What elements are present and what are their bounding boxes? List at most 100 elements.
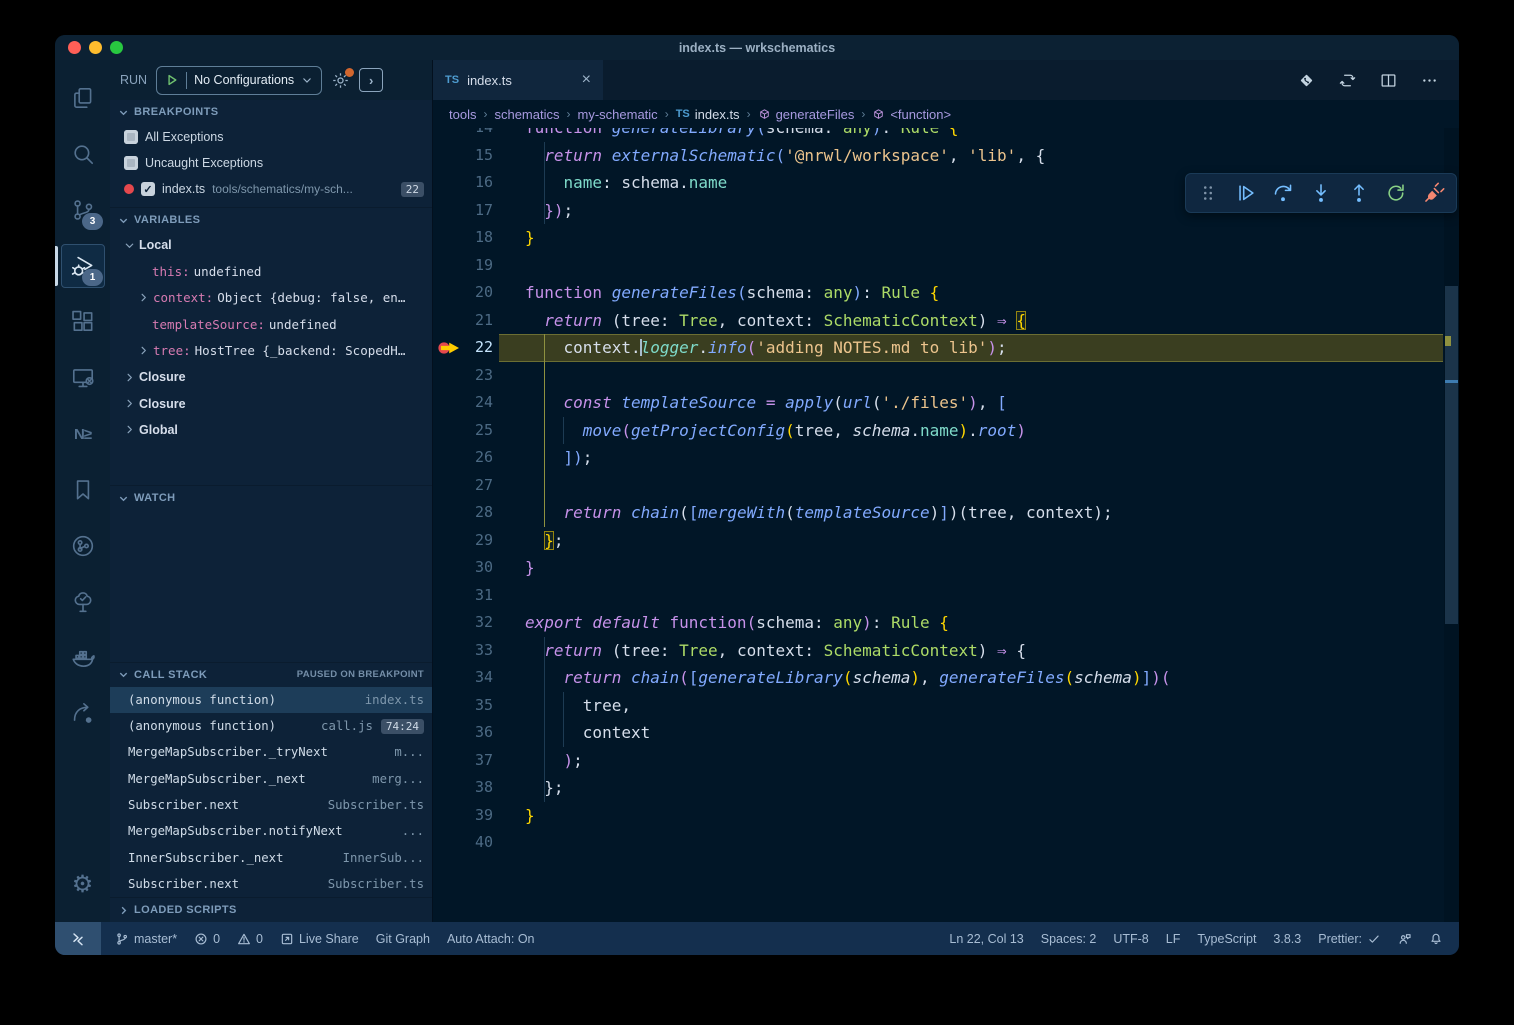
breakpoint-row[interactable]: Uncaught Exceptions [110,150,432,176]
activity-item-remote-explorer[interactable] [55,350,110,406]
call-stack-frame[interactable]: MergeMapSubscriber._nextmerg... [110,766,432,792]
activity-item-docker[interactable] [55,630,110,686]
status-item-eol[interactable]: LF [1166,932,1181,946]
status-item-warnings-count[interactable]: 0 [237,932,263,946]
activity-item-git-graph-circle[interactable] [55,518,110,574]
code-line-35[interactable]: 35 tree, [433,692,1443,720]
launch-configuration-dropdown[interactable]: No Configurations [156,66,322,95]
debug-step-into-button[interactable] [1305,177,1337,209]
code-line-38[interactable]: 38 }; [433,774,1443,802]
tab-index-ts[interactable]: TS index.ts × [433,60,603,100]
line-number[interactable]: 21 [433,307,493,335]
loaded-scripts-section-header[interactable]: LOADED SCRIPTS [110,897,432,922]
breakpoint-checkbox[interactable]: ✓ [141,182,155,196]
status-item-feedback[interactable] [1398,932,1412,946]
status-item-prettier[interactable]: Prettier: [1318,932,1381,946]
call-stack-frame[interactable]: (anonymous function)index.ts [110,687,432,713]
line-number[interactable]: 19 [433,252,493,280]
call-stack-frame[interactable]: MergeMapSubscriber._tryNextm... [110,739,432,765]
variable-row[interactable]: context: Object {debug: false, en… [110,285,432,311]
call-stack-frame[interactable]: MergeMapSubscriber.notifyNext... [110,818,432,844]
status-item-indentation[interactable]: Spaces: 2 [1041,932,1097,946]
code-line-29[interactable]: 29 }; [433,527,1443,555]
variable-row[interactable]: Local [110,232,432,258]
activity-item-project-share[interactable] [55,686,110,742]
call-stack-frame[interactable]: Subscriber.nextSubscriber.ts [110,792,432,818]
debug-step-over-button[interactable] [1267,177,1299,209]
line-number[interactable]: 27 [433,472,493,500]
close-window-button[interactable] [68,41,81,54]
code-line-27[interactable]: 27 [433,472,1443,500]
activity-item-explorer[interactable] [55,70,110,126]
breadcrumb-item-my-schematic[interactable]: my-schematic [578,107,658,122]
status-item-encoding[interactable]: UTF-8 [1113,932,1148,946]
call-stack-section-header[interactable]: CALL STACK PAUSED ON BREAKPOINT [110,662,432,687]
line-number[interactable]: 17 [433,197,493,225]
line-number[interactable]: 35 [433,692,493,720]
line-number[interactable]: 29 [433,527,493,555]
call-stack-frame[interactable]: (anonymous function)call.js74:24 [110,713,432,739]
watch-section-header[interactable]: WATCH [110,485,432,510]
code-line-20[interactable]: 20function generateFiles(schema: any): R… [433,279,1443,307]
code-line-21[interactable]: 21 return (tree: Tree, context: Schemati… [433,307,1443,335]
debug-settings-gear-icon[interactable] [331,71,350,90]
line-number[interactable]: 24 [433,389,493,417]
line-number[interactable]: 16 [433,169,493,197]
line-number[interactable]: 14 [433,128,493,142]
debug-continue-button[interactable] [1230,177,1262,209]
line-number[interactable]: 25 [433,417,493,445]
code-line-18[interactable]: 18} [433,224,1443,252]
code-line-37[interactable]: 37 ); [433,747,1443,775]
status-item-language-mode[interactable]: TypeScript [1197,932,1256,946]
line-number[interactable]: 30 [433,554,493,582]
breadcrumb-item-function[interactable]: <function> [872,107,951,122]
variable-row[interactable]: Closure [110,390,432,416]
run-play-icon[interactable] [165,73,179,87]
activity-item-search[interactable] [55,126,110,182]
open-debug-console-icon[interactable]: › [359,68,383,92]
code-line-33[interactable]: 33 return (tree: Tree, context: Schemati… [433,637,1443,665]
code-line-30[interactable]: 30} [433,554,1443,582]
code-line-40[interactable]: 40 [433,829,1443,857]
code-editor[interactable]: 14function generateLibrary(schema: any):… [433,128,1459,922]
line-number[interactable]: 31 [433,582,493,610]
line-number[interactable]: 39 [433,802,493,830]
call-stack-frame[interactable]: Subscriber.nextSubscriber.ts [110,871,432,897]
maximize-window-button[interactable] [110,41,123,54]
code-line-39[interactable]: 39} [433,802,1443,830]
status-item-errors-count[interactable]: 0 [194,932,220,946]
variable-row[interactable]: tree: HostTree {_backend: ScopedH… [110,338,432,364]
variable-row[interactable]: this: undefined [110,258,432,284]
line-number[interactable]: 28 [433,499,493,527]
code-line-25[interactable]: 25 move(getProjectConfig(tree, schema.na… [433,417,1443,445]
settings-gear-icon[interactable]: ⚙ [55,856,110,912]
activity-item-run-debug[interactable]: 1 [55,238,110,294]
activity-item-nx-console[interactable]: N≥ [55,406,110,462]
breadcrumb-item-tools[interactable]: tools [449,107,476,122]
line-number[interactable]: 23 [433,362,493,390]
line-number[interactable]: 32 [433,609,493,637]
breadcrumb-item-index.ts[interactable]: TSindex.ts [676,107,740,122]
debug-current-step-icon[interactable] [438,341,462,355]
code-line-22[interactable]: 22 context.logger.info('adding NOTES.md … [433,334,1443,362]
line-number[interactable]: 33 [433,637,493,665]
code-line-15[interactable]: 15 return externalSchematic('@nrwl/works… [433,142,1443,170]
activity-item-extensions[interactable] [55,294,110,350]
minimize-window-button[interactable] [89,41,102,54]
breadcrumb-item-generateFiles[interactable]: generateFiles [758,107,855,122]
debug-step-out-button[interactable] [1343,177,1375,209]
code-line-34[interactable]: 34 return chain([generateLibrary(schema)… [433,664,1443,692]
call-stack-frame[interactable]: InnerSubscriber._nextInnerSub... [110,844,432,870]
code-line-19[interactable]: 19 [433,252,1443,280]
line-number[interactable]: 37 [433,747,493,775]
line-number[interactable]: 20 [433,279,493,307]
code-line-28[interactable]: 28 return chain([mergeWith(templateSourc… [433,499,1443,527]
activity-item-bookmarks[interactable] [55,462,110,518]
variable-row[interactable]: Global [110,417,432,443]
remote-indicator[interactable] [55,922,101,955]
debug-restart-button[interactable] [1380,177,1412,209]
editor-action-split-editor[interactable] [1379,71,1398,90]
line-number[interactable]: 26 [433,444,493,472]
status-item-git-graph[interactable]: Git Graph [376,932,430,946]
code-line-26[interactable]: 26 ]); [433,444,1443,472]
